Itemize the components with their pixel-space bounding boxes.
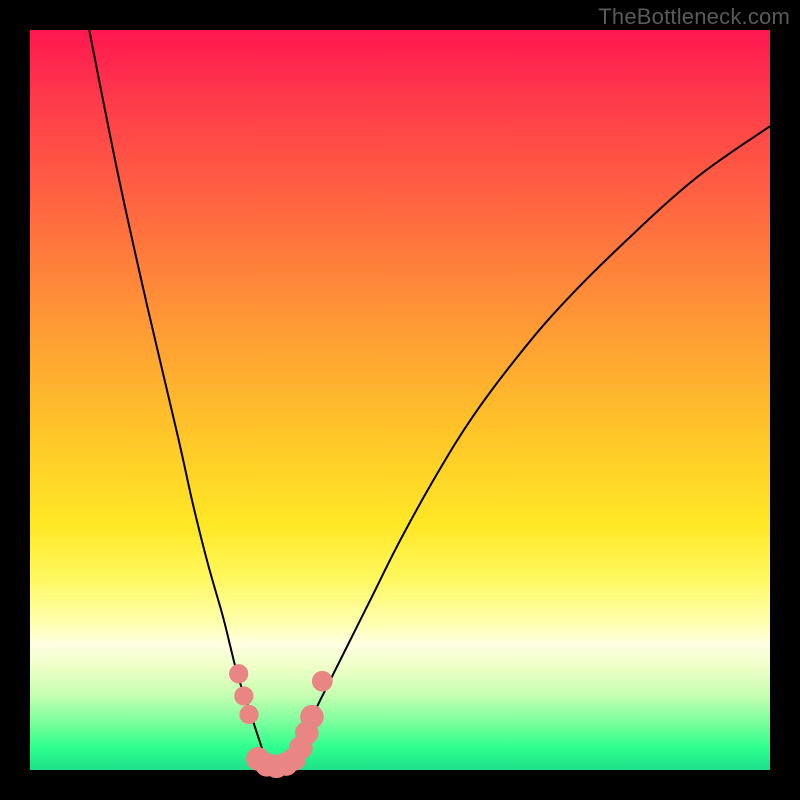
marker-dot — [300, 705, 324, 729]
plot-area — [30, 30, 770, 770]
left-branch-curve — [89, 30, 274, 770]
chart-frame: TheBottleneck.com — [0, 0, 800, 800]
curve-layer — [30, 30, 770, 770]
marker-dot — [234, 686, 253, 705]
marker-dot — [312, 671, 333, 692]
marker-dot — [229, 664, 248, 683]
right-branch-curve — [274, 126, 770, 770]
marker-cluster — [229, 664, 333, 778]
marker-dot — [239, 705, 258, 724]
watermark-text: TheBottleneck.com — [598, 4, 790, 30]
